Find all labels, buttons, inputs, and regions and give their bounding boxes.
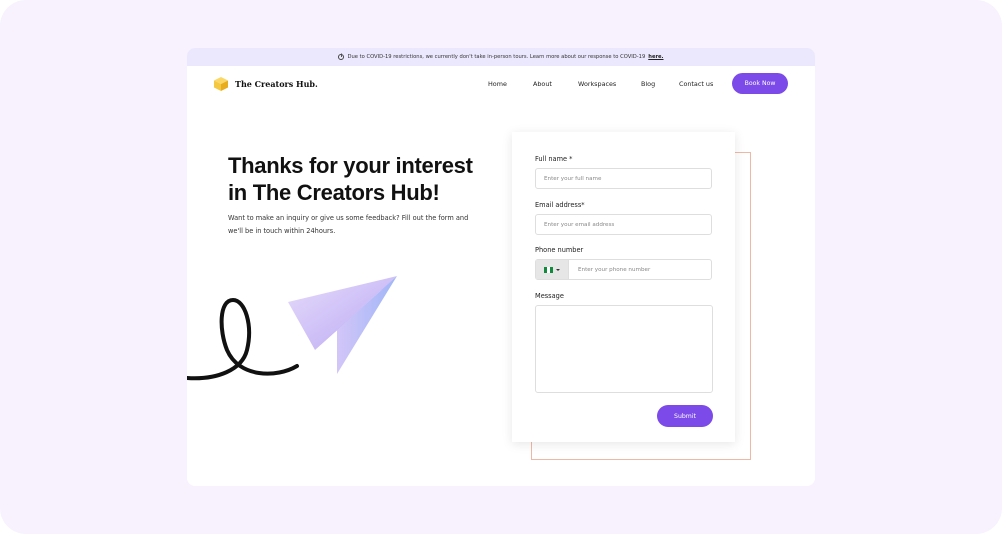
country-code-select[interactable] [536,260,569,279]
full-name-placeholder: Enter your full name [544,175,602,182]
message-textarea[interactable] [535,305,713,393]
nav-blog[interactable]: Blog [641,80,655,88]
phone-input[interactable]: Enter your phone number [535,259,712,280]
full-name-label: Full name * [535,155,573,163]
email-input[interactable]: Enter your email address [535,214,712,235]
brand-logo[interactable]: The Creators Hub. [213,76,318,92]
message-label: Message [535,292,564,300]
phone-placeholder: Enter your phone number [578,266,651,273]
nigeria-flag-icon [544,266,553,273]
hero-subtext: Want to make an inquiry or give us some … [228,214,469,235]
email-placeholder: Enter your email address [544,221,615,228]
book-now-button[interactable]: Book Now [732,73,788,94]
navbar: The Creators Hub. Home About Workspaces … [187,66,815,102]
phone-label: Phone number [535,246,584,254]
chevron-down-icon [556,268,560,271]
banner-link[interactable]: here. [648,54,663,60]
contact-form: Full name * Enter your full name Email a… [512,132,735,442]
cube-icon [214,77,228,91]
website-card: i Due to COVID-19 restrictions, we curre… [187,48,815,486]
email-label: Email address* [535,201,585,209]
hero-headline: Thanks for your interest in The Creators… [228,153,473,205]
full-name-input[interactable]: Enter your full name [535,168,712,189]
nav-about[interactable]: About [533,80,552,88]
covid-banner: i Due to COVID-19 restrictions, we curre… [187,48,815,66]
nav-home[interactable]: Home [488,80,507,88]
paper-plane-illustration [187,276,397,381]
page-background: i Due to COVID-19 restrictions, we curre… [0,0,1002,534]
nav-contact[interactable]: Contact us [679,80,713,88]
submit-button[interactable]: Submit [657,405,713,427]
banner-text: Due to COVID-19 restrictions, we current… [347,54,646,60]
info-icon: i [338,54,345,60]
nav-workspaces[interactable]: Workspaces [578,80,616,88]
brand-name: The Creators Hub. [235,79,318,89]
flight-path-swirl [187,297,299,381]
